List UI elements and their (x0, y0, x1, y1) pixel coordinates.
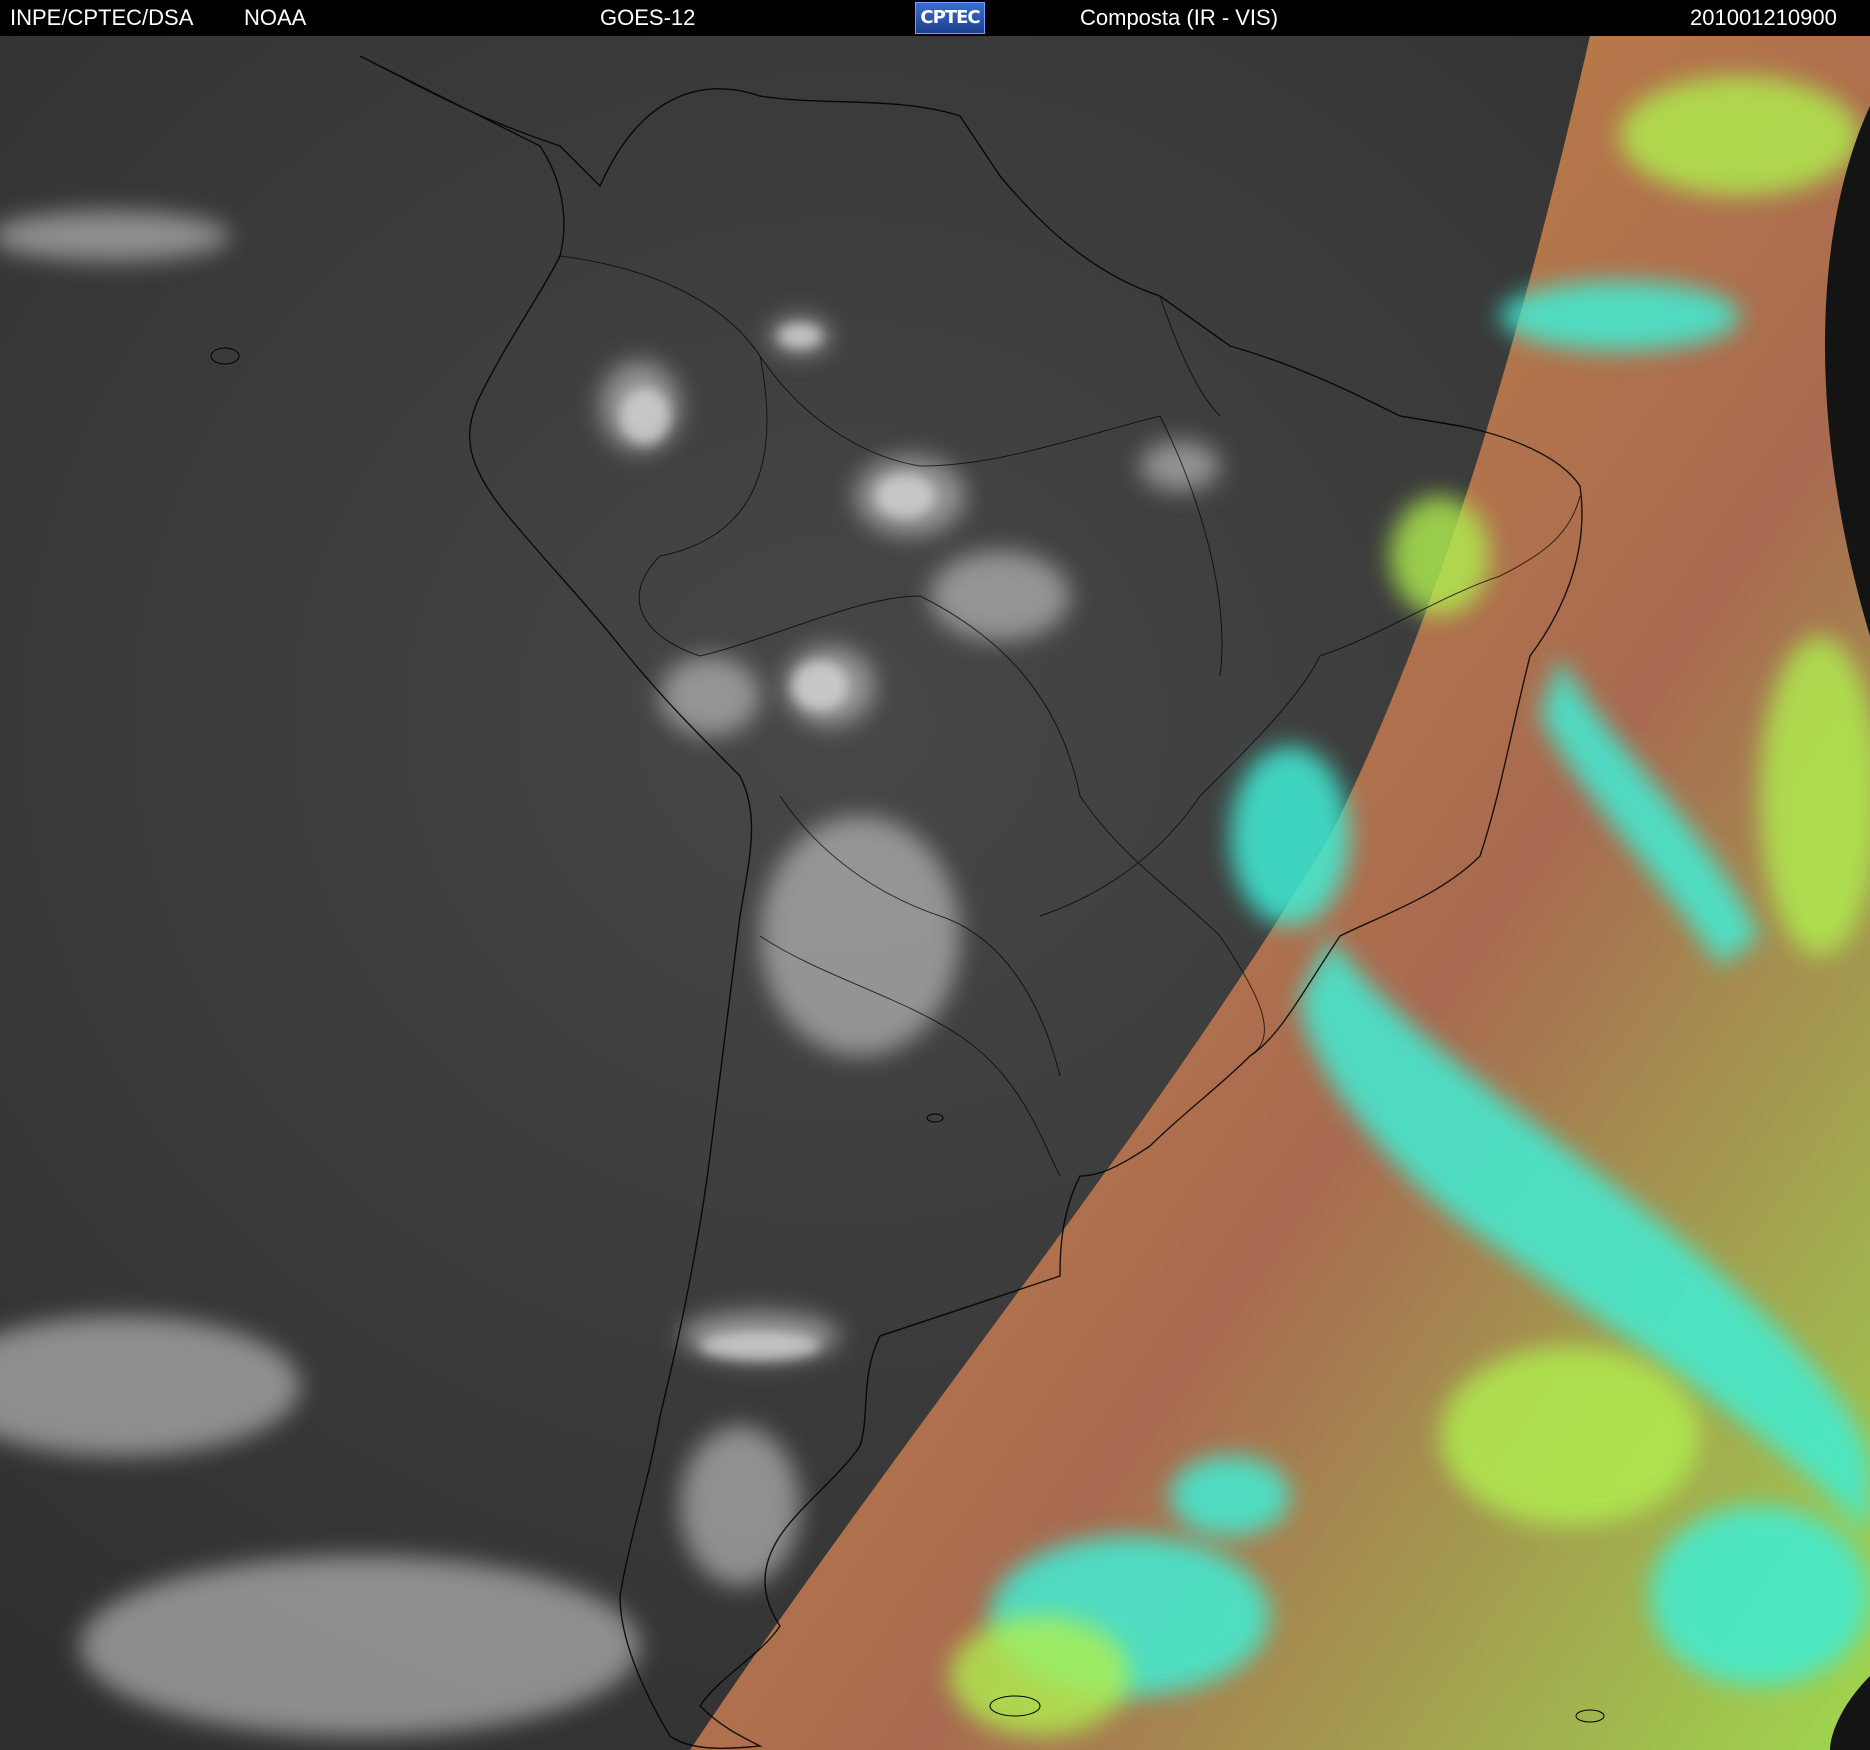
institution-label: INPE/CPTEC/DSA (10, 5, 194, 30)
satellite-label: GOES-12 (600, 5, 696, 30)
logo-text: CPTEC (920, 7, 980, 28)
agency-label: NOAA (244, 5, 307, 30)
header-bar: INPE/CPTEC/DSA NOAA GOES-12 CPTEC Compos… (0, 0, 1870, 36)
timestamp-label: 201001210900 (1690, 5, 1837, 30)
satellite-image (0, 36, 1870, 1750)
cptec-logo: CPTEC (915, 2, 985, 34)
product-label: Composta (IR - VIS) (1080, 5, 1279, 30)
